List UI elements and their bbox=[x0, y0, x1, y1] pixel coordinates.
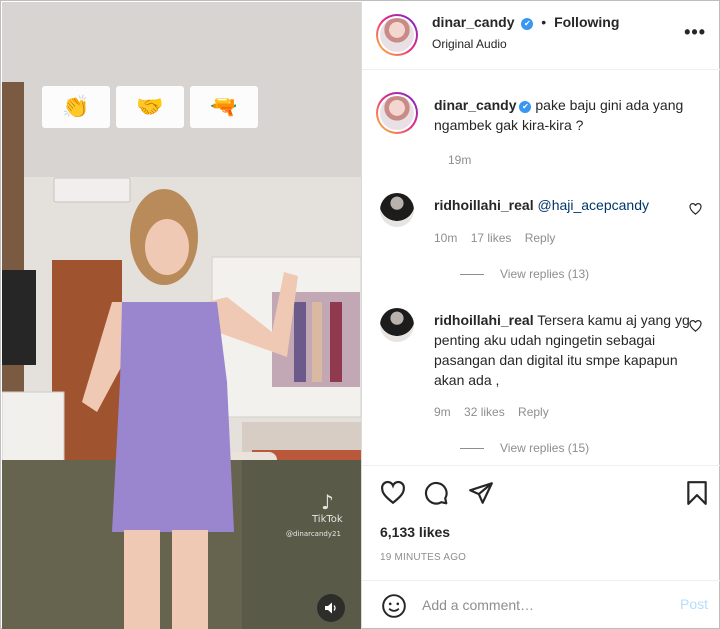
reply-button[interactable]: Reply bbox=[518, 405, 549, 419]
post-comment-button[interactable]: Post bbox=[680, 596, 708, 612]
post-timestamp: 19 MINUTES AGO bbox=[380, 552, 467, 563]
post-actions: 6,133 likes 19 MINUTES AGO bbox=[362, 465, 720, 580]
handshake-emoji: 🤝 bbox=[116, 86, 184, 128]
comment-body: ridhoillahi_real @haji_acepcandy bbox=[434, 195, 699, 215]
verified-badge-icon: ✔ bbox=[521, 18, 534, 30]
tiktok-logo-icon: ♪ bbox=[320, 490, 334, 514]
caption-username[interactable]: dinar_candy bbox=[434, 97, 516, 113]
post-video[interactable]: 👏 🤝 🔫 ♪ TikTok @dinarcandy21 bbox=[2, 2, 361, 629]
commenter-username[interactable]: ridhoillahi_real bbox=[434, 312, 534, 328]
caption-time: 19m bbox=[448, 153, 472, 167]
more-options-icon[interactable]: ••• bbox=[684, 22, 706, 43]
caption-author-avatar[interactable] bbox=[376, 92, 418, 134]
tiktok-watermark-label: TikTok bbox=[312, 514, 343, 525]
following-button[interactable]: Following bbox=[554, 14, 619, 30]
water-pistol-emoji: 🔫 bbox=[190, 86, 258, 128]
author-username[interactable]: dinar_candy bbox=[432, 14, 514, 30]
caption-body: dinar_candy ✔ pake baju gini ada yang nga… bbox=[434, 95, 714, 135]
comment-item: ridhoillahi_real Tersera kamu aj yang yg… bbox=[380, 308, 710, 458]
like-heart-icon[interactable] bbox=[380, 480, 406, 506]
like-comment-heart-icon[interactable] bbox=[689, 320, 702, 335]
post-header: dinar_candy ✔ • Following Original Audio… bbox=[362, 2, 720, 70]
add-comment-input[interactable] bbox=[422, 591, 662, 619]
tiktok-watermark: ♪ TikTok @dinarcandy21 bbox=[286, 490, 343, 538]
post-side-panel: dinar_candy ✔ • Following Original Audio… bbox=[362, 2, 720, 629]
add-comment-bar: Post bbox=[362, 580, 720, 629]
sticker-emoji-bar: 👏 🤝 🔫 bbox=[42, 86, 258, 128]
comment-meta: 10m 17 likes Reply bbox=[434, 231, 565, 245]
commenter-avatar[interactable] bbox=[380, 308, 414, 342]
speaker-icon bbox=[325, 602, 336, 614]
clapping-hands-emoji: 👏 bbox=[42, 86, 110, 128]
comment-body: ridhoillahi_real Tersera kamu aj yang yg… bbox=[434, 310, 699, 390]
comment-time: 10m bbox=[434, 231, 458, 245]
original-audio-link[interactable]: Original Audio bbox=[432, 37, 507, 51]
commenter-username[interactable]: ridhoillahi_real bbox=[434, 197, 534, 213]
emoji-smiley-icon[interactable] bbox=[381, 593, 407, 619]
view-replies-label: View replies (15) bbox=[500, 441, 590, 455]
view-replies-button[interactable]: View replies (15) bbox=[460, 441, 589, 455]
view-replies-line bbox=[460, 447, 484, 449]
commenter-avatar[interactable] bbox=[380, 193, 414, 227]
audio-toggle-button[interactable] bbox=[317, 594, 345, 622]
comment-item: ridhoillahi_real @haji_acepcandy 10m 17 … bbox=[380, 193, 710, 283]
reply-button[interactable]: Reply bbox=[525, 231, 556, 245]
share-send-icon[interactable] bbox=[468, 480, 494, 506]
comment-meta: 9m 32 likes Reply bbox=[434, 405, 559, 419]
view-replies-button[interactable]: View replies (13) bbox=[460, 267, 589, 281]
comment-likes[interactable]: 32 likes bbox=[464, 405, 505, 419]
tiktok-watermark-handle: @dinarcandy21 bbox=[286, 530, 341, 538]
post-likes-count[interactable]: 6,133 likes bbox=[380, 524, 450, 540]
like-comment-heart-icon[interactable] bbox=[689, 203, 702, 218]
comment-time: 9m bbox=[434, 405, 451, 419]
comment-mention-link[interactable]: @haji_acepcandy bbox=[537, 197, 649, 213]
author-avatar[interactable] bbox=[376, 14, 418, 56]
header-separator: • bbox=[541, 14, 547, 30]
verified-badge-icon: ✔ bbox=[519, 101, 532, 113]
comment-bubble-icon[interactable] bbox=[423, 480, 449, 506]
instagram-post-window: 👏 🤝 🔫 ♪ TikTok @dinarcandy21 dinar_candy bbox=[0, 0, 720, 629]
save-bookmark-icon[interactable] bbox=[684, 480, 710, 506]
comment-likes[interactable]: 17 likes bbox=[471, 231, 512, 245]
view-replies-line bbox=[460, 273, 484, 275]
view-replies-label: View replies (13) bbox=[500, 267, 590, 281]
